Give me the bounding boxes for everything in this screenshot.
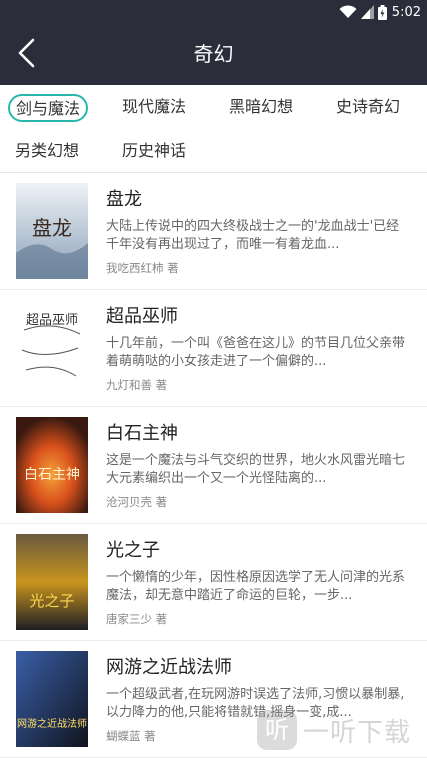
cover-title: 网游之近战法师 <box>17 717 87 730</box>
book-author: 蝴蝶蓝 著 <box>106 729 156 743</box>
book-title: 白石主神 <box>106 423 178 444</box>
chevron-left-icon <box>16 38 38 72</box>
book-title: 盘龙 <box>106 189 142 210</box>
book-item[interactable]: 白石主神 白石主神 这是一个魔法与斗气交织的世界，地火水风雷光暗七大元素编织出一… <box>0 407 427 524</box>
category-tags: 剑与魔法 现代魔法 黑暗幻想 史诗奇幻 另类幻想 历史神话 <box>0 85 427 173</box>
back-button[interactable] <box>8 36 46 74</box>
book-author: 九灯和善 著 <box>106 378 168 392</box>
book-cover: 盘龙 <box>16 183 88 279</box>
book-author: 我吃西红柿 著 <box>106 261 179 275</box>
tag-epic-fantasy[interactable]: 史诗奇幻 <box>336 94 400 122</box>
cover-title: 白石主神 <box>24 467 80 483</box>
cover-title: 光之子 <box>29 592 74 610</box>
book-item[interactable]: 光之子 光之子 一个懒惰的少年，因性格原因选学了无人问津的光系魔法，却无意中踏近… <box>0 524 427 641</box>
watermark: 听 一听下载 <box>257 708 425 752</box>
status-icons <box>339 4 387 20</box>
book-description: 大陆上传说中的四大终极战士之一的'龙血战士'已经千年没有再出现过了，而唯一有着龙… <box>106 219 400 252</box>
book-author: 唐家三少 著 <box>106 612 168 626</box>
book-cover: 超品巫师 <box>16 300 88 396</box>
nav-bar: 奇幻 <box>0 24 427 85</box>
book-author: 沧河贝壳 著 <box>106 495 168 509</box>
battery-icon <box>377 4 387 20</box>
tag-modern-magic[interactable]: 现代魔法 <box>122 94 186 122</box>
tag-dark-fantasy[interactable]: 黑暗幻想 <box>229 94 293 122</box>
tag-sword-and-magic[interactable]: 剑与魔法 <box>8 94 89 122</box>
book-list: 盘龙 盘龙 大陆上传说中的四大终极战士之一的'龙血战士'已经千年没有再出现过了，… <box>0 173 427 758</box>
book-cover: 光之子 <box>16 534 88 630</box>
book-title: 网游之近战法师 <box>106 657 232 678</box>
book-description: 十几年前，一个叫《爸爸在这儿》的节目几位父亲带着萌萌哒的小女孩走进了一个偏僻的.… <box>106 336 406 369</box>
status-time: 5:02 <box>391 4 421 20</box>
signal-icon <box>360 5 374 19</box>
status-bar: 5:02 <box>0 0 427 24</box>
status-right: 5:02 <box>339 2 421 22</box>
tag-historical-myth[interactable]: 历史神话 <box>122 138 186 166</box>
book-item[interactable]: 超品巫师 超品巫师 十几年前，一个叫《爸爸在这儿》的节目几位父亲带着萌萌哒的小女… <box>0 290 427 407</box>
book-description: 这是一个魔法与斗气交织的世界，地火水风雷光暗七大元素编织出一个又一个光怪陆离的.… <box>106 453 406 486</box>
book-description: 一个懒惰的少年，因性格原因选学了无人问津的光系魔法，却无意中踏近了命运的巨轮，一… <box>106 570 406 603</box>
wifi-icon <box>339 5 357 19</box>
book-item[interactable]: 盘龙 盘龙 大陆上传说中的四大终极战士之一的'龙血战士'已经千年没有再出现过了，… <box>0 173 427 290</box>
book-title: 超品巫师 <box>106 306 178 327</box>
book-cover: 白石主神 <box>16 417 88 513</box>
cover-title: 盘龙 <box>32 216 72 240</box>
page-title: 奇幻 <box>193 42 234 66</box>
watermark-text: 一听下载 <box>303 717 412 748</box>
book-cover: 网游之近战法师 <box>16 651 88 747</box>
watermark-logo-icon: 听 <box>257 710 297 750</box>
cover-title: 超品巫师 <box>26 313 78 328</box>
tag-alternative-fantasy[interactable]: 另类幻想 <box>15 138 79 166</box>
book-title: 光之子 <box>106 540 160 561</box>
